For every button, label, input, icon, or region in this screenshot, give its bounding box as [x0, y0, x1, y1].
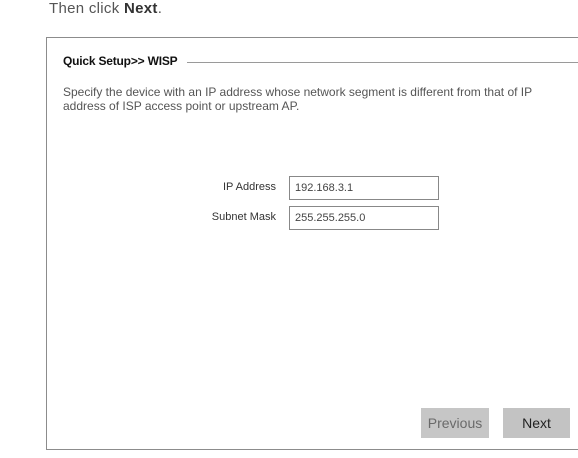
- instruction-suffix: .: [157, 0, 163, 17]
- ip-address-row: IP Address: [47, 176, 578, 200]
- subnet-mask-input[interactable]: [289, 206, 439, 230]
- subnet-mask-label: Subnet Mask: [211, 211, 276, 223]
- section-title: Quick Setup>> WISP: [63, 54, 178, 68]
- previous-button[interactable]: Previous: [421, 408, 489, 438]
- ip-address-input[interactable]: [289, 176, 439, 200]
- next-button[interactable]: Next: [503, 408, 570, 438]
- instruction-prefix: Then click: [49, 0, 124, 17]
- setup-description: Specify the device with an IP address wh…: [63, 85, 532, 113]
- instruction-emphasis: Next: [124, 0, 158, 17]
- instruction-text: Then click Next.: [49, 0, 162, 17]
- ip-address-label: IP Address: [223, 181, 276, 193]
- wisp-setup-panel: Quick Setup>> WISP Specify the device wi…: [46, 37, 578, 450]
- section-divider: [187, 62, 578, 63]
- subnet-mask-row: Subnet Mask: [47, 206, 578, 230]
